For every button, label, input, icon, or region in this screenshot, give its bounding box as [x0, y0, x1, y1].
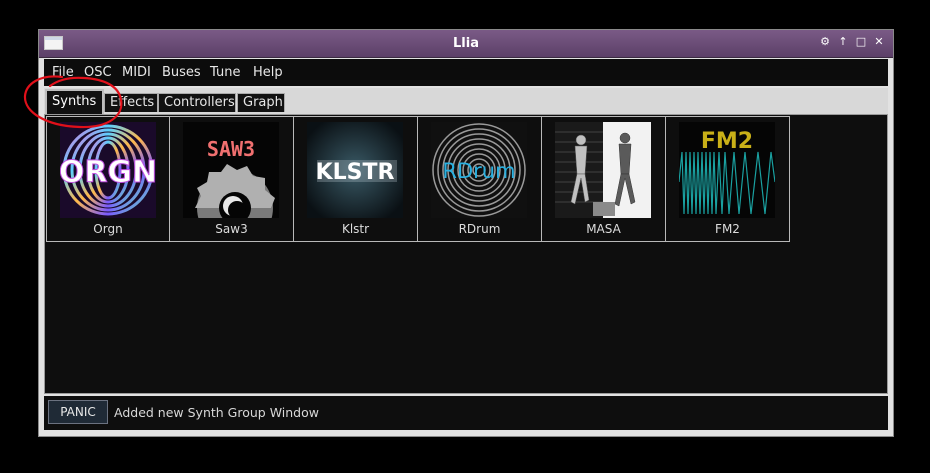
raise-icon[interactable]: ↑ — [837, 35, 849, 49]
synth-label-saw3: Saw3 — [215, 222, 248, 236]
synth-tile-masa[interactable]: MASA — [542, 116, 666, 242]
app-window: Llia ⚙ ↑ □ ✕ File OSC MIDI Buses Tune He… — [38, 29, 894, 437]
synth-label-rdrum: RDrum — [458, 222, 501, 236]
menu-osc[interactable]: OSC — [84, 65, 112, 80]
close-icon[interactable]: ✕ — [873, 35, 885, 49]
fm2-thumbnail: FM2 — [679, 122, 775, 218]
tab-effects[interactable]: Effects — [104, 93, 158, 112]
synth-label-masa: MASA — [586, 222, 621, 236]
synth-tile-fm2[interactable]: FM2 FM2 — [666, 116, 790, 242]
rdrum-thumb-text: RDrum — [442, 159, 515, 183]
klstr-thumbnail: KLSTR — [307, 122, 403, 218]
maximize-icon[interactable]: □ — [855, 35, 867, 49]
rdrum-thumbnail: RDrum — [431, 122, 527, 218]
synth-tile-saw3[interactable]: SAW3 Saw3 — [170, 116, 294, 242]
synth-label-fm2: FM2 — [715, 222, 740, 236]
orgn-thumbnail: ORGN — [60, 122, 156, 218]
orgn-thumb-text: ORGN — [60, 155, 156, 190]
synth-tile-orgn[interactable]: ORGN Orgn — [46, 116, 170, 242]
title-bar[interactable]: Llia ⚙ ↑ □ ✕ — [39, 30, 893, 58]
sticky-icon[interactable]: ⚙ — [819, 35, 831, 49]
panic-button[interactable]: PANIC — [48, 400, 108, 424]
status-bar: PANIC Added new Synth Group Window — [44, 396, 888, 430]
menu-bar: File OSC MIDI Buses Tune Help — [44, 59, 888, 86]
masa-thumbnail — [555, 122, 651, 218]
tab-graph[interactable]: Graph — [237, 93, 285, 112]
window-title: Llia — [453, 36, 479, 51]
menu-help[interactable]: Help — [253, 65, 283, 80]
menu-buses[interactable]: Buses — [162, 65, 201, 80]
synth-tile-klstr[interactable]: KLSTR Klstr — [294, 116, 418, 242]
synth-label-orgn: Orgn — [93, 222, 123, 236]
synth-tile-rdrum[interactable]: RDrum RDrum — [418, 116, 542, 242]
menu-file[interactable]: File — [52, 65, 74, 80]
synth-label-klstr: Klstr — [341, 222, 370, 236]
fm2-thumb-text: FM2 — [701, 129, 753, 154]
status-message: Added new Synth Group Window — [114, 405, 319, 420]
synths-panel: ORGN Orgn SAW3 Saw3 KLSTR Klstr RDrum RD… — [44, 114, 888, 394]
tab-strip: Synths Effects Controllers Graph — [44, 88, 888, 114]
menu-midi[interactable]: MIDI — [122, 65, 151, 80]
tab-synths[interactable]: Synths — [45, 89, 104, 114]
klstr-thumb-text: KLSTR — [316, 160, 395, 185]
saw3-thumbnail: SAW3 — [183, 122, 279, 218]
menu-tune[interactable]: Tune — [210, 65, 240, 80]
saw3-thumb-text: SAW3 — [207, 137, 255, 161]
tab-controllers[interactable]: Controllers — [158, 93, 236, 112]
